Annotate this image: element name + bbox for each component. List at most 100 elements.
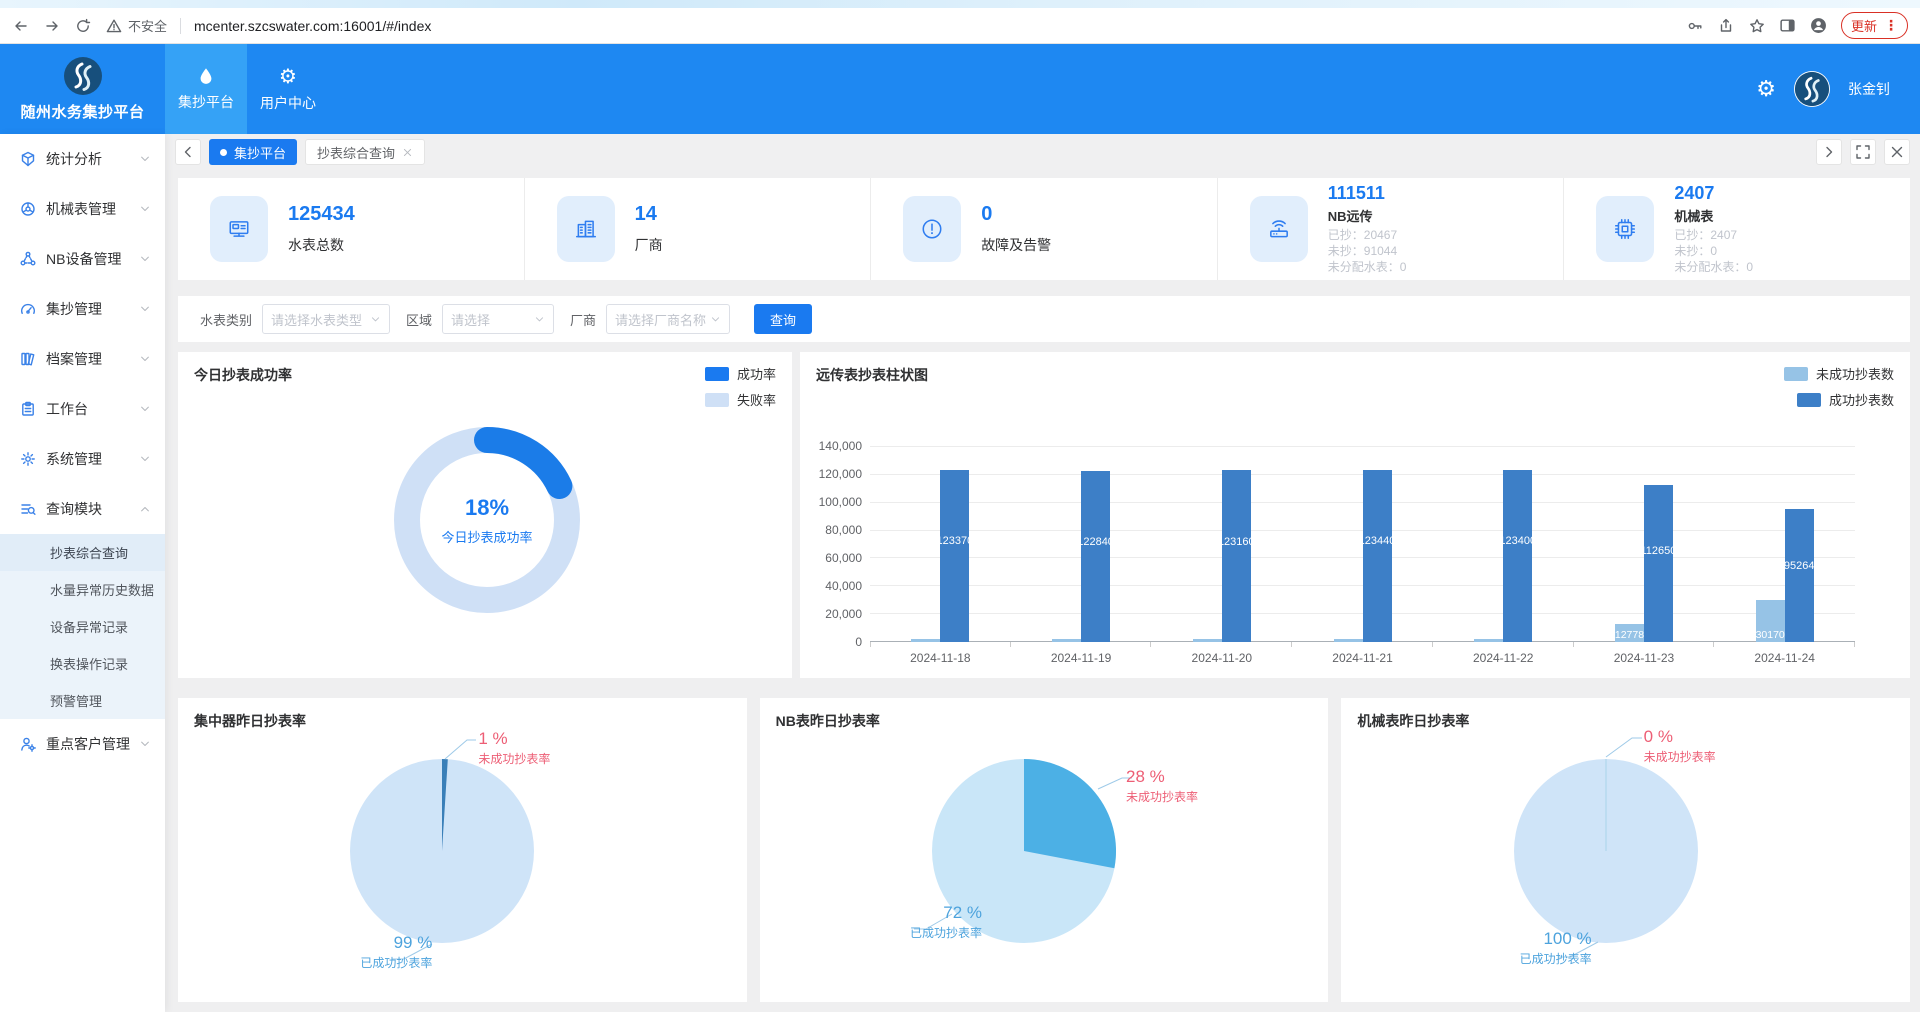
sidebar-item-5[interactable]: 工作台	[0, 384, 165, 434]
sidebar-item-label: 机械表管理	[46, 199, 139, 219]
sidebar-subitem-0[interactable]: 抄表综合查询	[0, 534, 165, 571]
key-icon[interactable]	[1686, 17, 1704, 35]
stat-detail-line: 未分配水表：0	[1674, 259, 1753, 275]
bar-pair: 2230123160	[1193, 447, 1251, 642]
pie-percent: 72 %	[864, 902, 982, 925]
settings-gear-icon[interactable]: ⚙	[1756, 77, 1776, 102]
profile-icon[interactable]	[1810, 17, 1828, 35]
legend-item[interactable]: 失败率	[705, 390, 776, 409]
tab-close-icon[interactable]	[402, 147, 413, 158]
star-icon[interactable]	[1748, 17, 1766, 35]
reload-icon[interactable]	[74, 17, 92, 35]
stat-detail-line: 已抄：20467	[1328, 227, 1407, 243]
stat-card-4: 2407机械表已抄：2407未抄：0未分配水表：0	[1564, 178, 1910, 280]
browser-update-button[interactable]: 更新 ⋮	[1841, 12, 1908, 39]
bar-pair: 1900123440	[1334, 447, 1392, 642]
legend-item[interactable]: 成功率	[705, 364, 776, 383]
bar-groups: 20401233702024-11-1823101228402024-11-19…	[870, 447, 1855, 642]
share-icon[interactable]	[1717, 17, 1735, 35]
chevron-down-icon	[139, 203, 151, 215]
yesterday-rate-pie-row: 集中器昨日抄表率 1 %未成功抄表率99 %已成功抄表率 NB表昨日抄表率 28…	[178, 698, 1910, 1002]
sidebar-item-label: 集抄管理	[46, 299, 139, 319]
panel-title: 远传表抄表柱状图	[816, 365, 928, 385]
bar-value-label: 123370	[940, 535, 969, 547]
x-axis-tick	[1713, 642, 1714, 647]
chevron-down-icon	[370, 314, 381, 325]
pie-successful-label: 72 %已成功抄表率	[864, 902, 982, 941]
page-tab-label: 抄表综合查询	[317, 143, 395, 162]
unsuccessful-bar[interactable]: 2310	[1052, 639, 1081, 642]
x-axis-category-label: 2024-11-18	[870, 651, 1011, 665]
menu-kebab-icon[interactable]: ⋮	[1884, 17, 1898, 34]
x-axis-tick	[1150, 642, 1151, 647]
legend-swatch	[1784, 367, 1808, 381]
donut-percent: 18%	[465, 495, 509, 521]
successful-bar[interactable]: 95264	[1785, 509, 1814, 642]
sidebar-item-3[interactable]: 集抄管理	[0, 284, 165, 334]
sidebar-item-8[interactable]: 重点客户管理	[0, 719, 165, 769]
successful-bar[interactable]: 123440	[1363, 470, 1392, 642]
tabs-scroll-left-button[interactable]	[175, 139, 201, 165]
pie-chart: 0 %未成功抄表率100 %已成功抄表率	[1446, 716, 1806, 986]
stat-details: 已抄：20467未抄：91044未分配水表：0	[1328, 227, 1407, 276]
sidebar-subitem-1[interactable]: 水量异常历史数据	[0, 571, 165, 608]
filter-select-2[interactable]: 请选择厂商名称	[606, 304, 730, 334]
sidebar-item-7[interactable]: 查询模块	[0, 484, 165, 534]
top-nav-item-platform[interactable]: 集抄平台	[165, 44, 247, 134]
alert-circle-icon	[903, 196, 961, 262]
user-avatar[interactable]	[1794, 71, 1830, 107]
x-axis-tick	[870, 642, 871, 647]
y-axis-tick-label: 0	[802, 635, 862, 649]
sidebar-item-2[interactable]: NB设备管理	[0, 234, 165, 284]
stat-detail-line: 未抄：91044	[1328, 243, 1407, 259]
legend-label: 成功抄表数	[1829, 390, 1894, 409]
unsuccessful-bar[interactable]: 30170	[1756, 600, 1785, 642]
page-tab-0[interactable]: 集抄平台	[209, 139, 297, 165]
fullscreen-button[interactable]	[1850, 139, 1876, 165]
sidebar-item-1[interactable]: 机械表管理	[0, 184, 165, 234]
x-axis-tick	[1573, 642, 1574, 647]
unsuccessful-bar[interactable]: 2040	[911, 639, 940, 642]
successful-bar[interactable]: 123160	[1222, 470, 1251, 642]
legend-item[interactable]: 未成功抄表数	[1784, 364, 1894, 383]
stat-card-text: 125434水表总数	[288, 203, 355, 255]
sidebar-subitem-2[interactable]: 设备异常记录	[0, 608, 165, 645]
pie-successful-label: 100 %已成功抄表率	[1446, 928, 1592, 967]
sidebar-item-6[interactable]: 系统管理	[0, 434, 165, 484]
select-placeholder: 请选择厂商名称	[615, 310, 706, 329]
page-tab-1[interactable]: 抄表综合查询	[305, 139, 425, 165]
sidebar-item-4[interactable]: 档案管理	[0, 334, 165, 384]
close-all-tabs-button[interactable]	[1884, 139, 1910, 165]
sidebar-subitem-3[interactable]: 换表操作记录	[0, 645, 165, 682]
forward-icon[interactable]	[43, 17, 61, 35]
sidebar-item-0[interactable]: 统计分析	[0, 134, 165, 184]
legend-item[interactable]: 成功抄表数	[1784, 390, 1894, 409]
sidebar-subitem-4[interactable]: 预警管理	[0, 682, 165, 719]
successful-bar[interactable]: 123370	[940, 470, 969, 642]
unsuccessful-bar[interactable]: 1900	[1334, 639, 1363, 642]
successful-bar[interactable]: 112650	[1644, 485, 1673, 642]
filter-select-1[interactable]: 请选择	[442, 304, 554, 334]
chevron-down-icon	[534, 314, 545, 325]
url-text[interactable]: mcenter.szcswater.com:16001/#/index	[194, 18, 431, 34]
filter-select-0[interactable]: 请选择水表类型	[262, 304, 390, 334]
tabs-scroll-right-button[interactable]	[1816, 139, 1842, 165]
split-screen-icon[interactable]	[1779, 17, 1797, 35]
pie-slice-name: 未成功抄表率	[478, 751, 550, 767]
wheel-icon	[20, 201, 36, 217]
search-button[interactable]: 查询	[754, 304, 812, 334]
successful-bar[interactable]: 123400	[1503, 470, 1532, 642]
unsuccessful-bar[interactable]: 2230	[1193, 639, 1222, 642]
chip-icon	[1596, 196, 1654, 262]
sidebar-subitem-label: 抄表综合查询	[50, 543, 128, 562]
app-logo-area[interactable]: 随州水务集抄平台	[0, 44, 165, 134]
unsuccessful-bar[interactable]: 2470	[1474, 639, 1503, 642]
y-axis-tick-label: 140,000	[802, 439, 862, 453]
back-icon[interactable]	[12, 17, 30, 35]
security-label: 不安全	[128, 16, 167, 35]
site-security[interactable]: 不安全	[105, 16, 167, 35]
successful-bar[interactable]: 122840	[1081, 471, 1110, 642]
stat-value: 0	[981, 203, 1051, 226]
top-nav-item-user-center[interactable]: ⚙用户中心	[247, 44, 329, 134]
unsuccessful-bar[interactable]: 12778	[1615, 624, 1644, 642]
